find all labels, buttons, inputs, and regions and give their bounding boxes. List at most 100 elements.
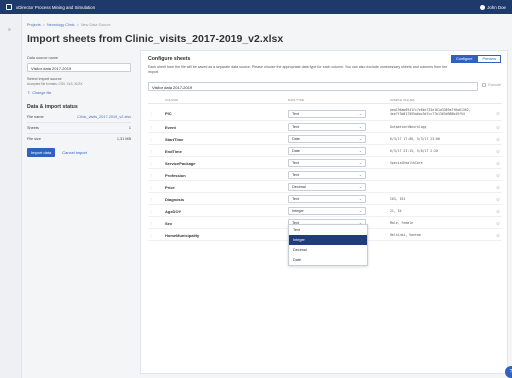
data-type-value: Date bbox=[292, 137, 301, 141]
exclude-label: Exclude bbox=[488, 83, 501, 87]
data-source-name-input[interactable]: Visitor data 2017-2019 bbox=[27, 63, 131, 72]
accepted-formats-text: Accepted file formats: CSV, XLS, XLSX bbox=[27, 82, 83, 86]
exclude-column-icon[interactable]: ⊘ bbox=[496, 233, 500, 239]
configure-sheets-description: Each sheet from the file will be saved a… bbox=[148, 65, 448, 75]
configure-sheets-card: Configure sheets Each sheet from the fil… bbox=[140, 50, 508, 374]
table-row: ⋮ Profession Text ⌄ ⊘ bbox=[148, 169, 502, 181]
columns-table-header: COLUMN DATA TYPE SAMPLE VALUES bbox=[148, 97, 502, 104]
chevron-down-icon: ⌄ bbox=[358, 209, 362, 213]
column-name: Price bbox=[165, 184, 175, 190]
sample-values: 21, 54 bbox=[390, 209, 402, 213]
drag-handle-icon[interactable]: ⋮ bbox=[149, 185, 153, 190]
drag-handle-icon[interactable]: ⋮ bbox=[149, 149, 153, 154]
sample-line-1: Male, Female bbox=[390, 220, 414, 225]
upload-icon: ⇪ bbox=[27, 91, 31, 95]
column-name: PIC bbox=[165, 111, 172, 116]
sample-line-1: I63, I61 bbox=[390, 196, 406, 201]
column-name: Profession bbox=[165, 172, 186, 178]
sample-line-2: 4ee7f3b817095a0ac3d7cc77b1363d988b49f54 bbox=[390, 112, 465, 117]
table-row: ⋮ StartTime Date ⌄ 6/3/17 17:00, 5/3/17 23:0… bbox=[148, 133, 502, 145]
left-rail: » bbox=[0, 14, 22, 378]
left-panel: Data source name Visitor data 2017-2019 … bbox=[27, 53, 131, 373]
sample-values: I63, I61 bbox=[390, 197, 405, 201]
cancel-import-button[interactable]: Cancel import bbox=[58, 148, 91, 157]
table-row: ⋮ EndTime Date ⌄ 6/3/17 23:15, 5/8/17 2:20 ⊘ bbox=[148, 145, 502, 157]
drag-handle-icon[interactable]: ⋮ bbox=[149, 111, 153, 116]
drag-handle-icon[interactable]: ⋮ bbox=[149, 125, 153, 130]
data-type-value: Text bbox=[292, 197, 299, 201]
table-row: ⋮ Diagnosis Text ⌄ I63, I61 ⊘ bbox=[148, 193, 502, 205]
dropdown-option-text[interactable]: Text bbox=[289, 225, 367, 235]
breadcrumb: Projects > Neurology Clinic > New Data Sourc… bbox=[27, 23, 111, 27]
change-file-label: Change file bbox=[32, 90, 52, 95]
breadcrumb-separator-icon: > bbox=[76, 23, 79, 27]
data-type-select[interactable]: Text ⌄ bbox=[288, 109, 366, 118]
sample-line-1: SpecialHealthCare bbox=[390, 160, 423, 165]
exclude-sheet-checkbox[interactable]: Exclude bbox=[482, 83, 501, 87]
exclude-column-icon[interactable]: ⊘ bbox=[496, 111, 500, 117]
sample-line-1: OutpatientNeurology bbox=[390, 124, 427, 129]
drag-handle-icon[interactable]: ⋮ bbox=[149, 233, 153, 238]
chevron-down-icon: ⌄ bbox=[358, 137, 362, 141]
sample-values: Male, Female bbox=[390, 221, 413, 225]
table-row: ⋮ AgeDOY Integer ⌄ 21, 54 ⊘ bbox=[148, 205, 502, 217]
chevron-down-icon: ⌄ bbox=[358, 111, 362, 116]
dropdown-option-date[interactable]: Date bbox=[289, 255, 367, 265]
data-type-select[interactable]: Text ⌄ bbox=[288, 171, 366, 179]
exclude-column-icon[interactable]: ⊘ bbox=[496, 221, 500, 227]
sample-values: SpecialHealthCare bbox=[390, 161, 423, 165]
data-type-select[interactable]: Date ⌄ bbox=[288, 147, 366, 155]
breadcrumb-separator-icon: > bbox=[42, 23, 45, 27]
data-type-value: Date bbox=[292, 149, 301, 153]
sheet-name-input[interactable]: Visitor data 2017-2019 bbox=[148, 82, 478, 91]
file-size-value: 1,31 MB bbox=[116, 137, 131, 141]
breadcrumb-projects[interactable]: Projects bbox=[27, 23, 41, 27]
user-name: John Doe bbox=[487, 4, 506, 10]
import-data-button[interactable]: Import data bbox=[27, 148, 56, 157]
view-toggle: Configure Preview bbox=[451, 55, 501, 63]
drag-handle-icon[interactable]: ⋮ bbox=[149, 161, 153, 166]
file-name-value[interactable]: Clinic_visits_2017-2019_v2.xlsx bbox=[77, 115, 131, 119]
divider bbox=[27, 122, 131, 123]
preview-toggle-button[interactable]: Preview bbox=[477, 55, 501, 63]
breadcrumb-neurology-clinic[interactable]: Neurology Clinic bbox=[47, 23, 75, 27]
data-type-select[interactable]: Decimal ⌄ bbox=[288, 183, 366, 191]
exclude-column-icon[interactable]: ⊘ bbox=[496, 185, 500, 191]
change-file-link[interactable]: ⇪ Change file bbox=[27, 90, 52, 96]
configure-toggle-button[interactable]: Configure bbox=[451, 55, 478, 63]
header-data-type: DATA TYPE bbox=[288, 98, 305, 102]
sidebar-toggle-icon[interactable]: » bbox=[8, 27, 11, 33]
data-type-select[interactable]: Date ⌄ bbox=[288, 135, 366, 143]
exclude-column-icon[interactable]: ⊘ bbox=[496, 149, 500, 155]
help-button[interactable]: ? bbox=[505, 366, 512, 378]
exclude-column-icon[interactable]: ⊘ bbox=[496, 137, 500, 143]
column-name: Diagnosis bbox=[165, 196, 185, 202]
exclude-column-icon[interactable]: ⊘ bbox=[496, 161, 500, 167]
data-type-value: Text bbox=[292, 111, 299, 116]
column-name: EndTime bbox=[165, 148, 182, 154]
drag-handle-icon[interactable]: ⋮ bbox=[149, 209, 153, 214]
app-logo-icon bbox=[6, 4, 12, 10]
drag-handle-icon[interactable]: ⋮ bbox=[149, 173, 153, 178]
data-type-select[interactable]: Integer ⌄ bbox=[288, 207, 366, 215]
sheets-value: 1 bbox=[128, 126, 131, 130]
drag-handle-icon[interactable]: ⋮ bbox=[149, 221, 153, 226]
header-column: COLUMN bbox=[165, 98, 179, 102]
drag-handle-icon[interactable]: ⋮ bbox=[149, 197, 153, 202]
dropdown-option-decimal[interactable]: Decimal bbox=[289, 245, 367, 255]
exclude-column-icon[interactable]: ⊘ bbox=[496, 173, 500, 179]
exclude-column-icon[interactable]: ⊘ bbox=[496, 197, 500, 203]
user-menu[interactable]: John Doe bbox=[480, 4, 506, 10]
exclude-column-icon[interactable]: ⊘ bbox=[496, 209, 500, 215]
data-type-select[interactable]: Text ⌄ bbox=[288, 123, 366, 131]
data-type-select[interactable]: Text ⌄ bbox=[288, 195, 366, 203]
data-type-select[interactable]: Text ⌄ bbox=[288, 159, 366, 167]
configure-sheets-title: Configure sheets bbox=[148, 56, 191, 62]
breadcrumb-current: New Data Source bbox=[80, 23, 111, 27]
dropdown-option-integer[interactable]: Integer bbox=[289, 235, 367, 245]
drag-handle-icon[interactable]: ⋮ bbox=[149, 137, 153, 142]
sheets-label: Sheets bbox=[27, 126, 39, 130]
sample-line-1: 6/3/17 23:15, 5/8/17 2:20 bbox=[390, 148, 438, 153]
column-name: Event bbox=[165, 124, 176, 130]
exclude-column-icon[interactable]: ⊘ bbox=[496, 125, 500, 131]
